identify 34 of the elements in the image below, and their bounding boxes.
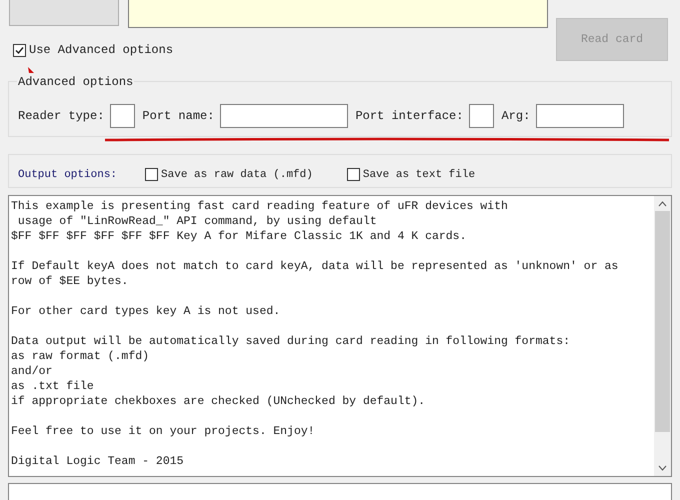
checkbox-label: Save as text file: [362, 168, 476, 182]
text-field[interactable]: [128, 0, 548, 28]
input-field[interactable]: [110, 104, 136, 128]
field-label: Arg:: [501, 108, 530, 125]
log-line: if appropriate chekboxes are checked (UNchecked by default).: [11, 394, 426, 409]
log-line: usage of "LinRowRead_" API command, by using default: [16, 214, 377, 229]
save-checkbox[interactable]: [145, 168, 158, 182]
checkbox-label: Use Advanced options: [29, 42, 174, 59]
field-label: Port interface:: [355, 108, 464, 125]
input-field[interactable]: [469, 104, 494, 128]
log-line: Data output will be automatically saved during card reading in following formats:: [11, 334, 570, 349]
field-label: Reader type:: [18, 108, 104, 125]
log-line: If Default keyA does not match to card keyA, data will be represented as 'unknown' or as: [11, 259, 618, 274]
input-field[interactable]: [536, 104, 624, 128]
scrollbar-thumb[interactable]: [655, 211, 670, 432]
log-line: $FF $FF $FF $FF $FF $FF Key A for Mifare Classic 1K and 4 K cards.: [11, 229, 466, 244]
log-line: Digital Logic Team - 2015: [11, 454, 184, 469]
log-line: This example is presenting fast card reading feature of uFR devices with: [11, 199, 508, 214]
scroll-up-icon[interactable]: [658, 201, 667, 207]
log-line: For other card types key A is not used.: [11, 304, 280, 319]
log-text-area[interactable]: [8, 195, 672, 477]
save-checkbox[interactable]: [346, 168, 360, 182]
log-line: Feel free to use it on your projects. Enjoy!: [11, 424, 315, 439]
field-label: Port name:: [142, 108, 214, 125]
log-line: as .txt file: [11, 379, 94, 394]
output-options-label: Output options:: [18, 168, 118, 182]
log-line: and/or: [11, 364, 52, 379]
input-field[interactable]: [220, 104, 348, 128]
checkbox-label: Save as raw data (.mfd): [161, 168, 313, 182]
log-line: as raw format (.mfd): [11, 349, 150, 364]
scroll-down-icon[interactable]: [658, 465, 667, 471]
scrollbar[interactable]: [654, 196, 671, 476]
advanced-checkbox[interactable]: [13, 44, 26, 56]
log-line: row of $EE bytes.: [11, 274, 128, 289]
